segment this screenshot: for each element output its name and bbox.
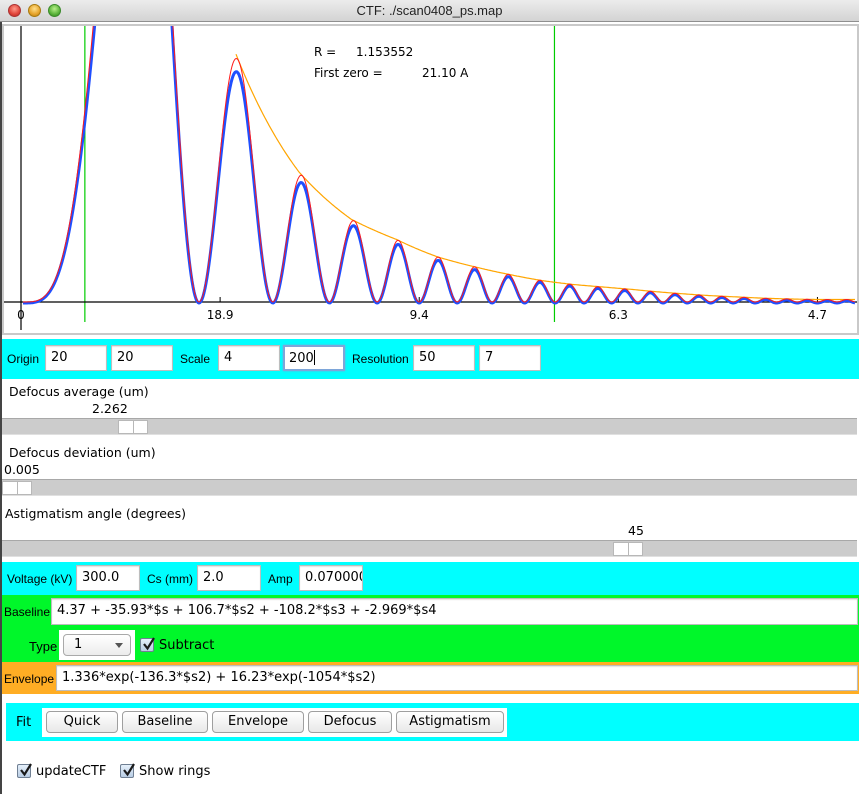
origin-y-field[interactable]: 20 — [111, 345, 173, 371]
defocus-average-thumb[interactable] — [117, 420, 148, 434]
scale-label: Scale — [180, 352, 211, 366]
cs-field[interactable]: 2.0 — [197, 565, 261, 591]
close-window-button[interactable] — [8, 4, 21, 17]
baseline-section: Baseline 4.37 + -35.93*$s + 106.7*$s2 + … — [2, 595, 859, 662]
amp-field[interactable]: 0.070000 — [299, 565, 363, 591]
resolution-y-field[interactable]: 7 — [479, 345, 541, 371]
scale-y-value: 200 — [289, 351, 314, 366]
resolution-x-field[interactable]: 50 — [413, 345, 475, 371]
defocus-deviation-slider[interactable] — [2, 479, 857, 496]
ctf-plot-panel[interactable]: 0 18.9 9.4 6.3 4.7 R = 1.153552 First zero =… — [2, 24, 859, 335]
subtract-checkbox[interactable] — [140, 637, 155, 652]
text-caret — [313, 350, 315, 365]
view-controls-row: Origin 20 20 Scale 4 200 Resolution 50 7 — [2, 339, 859, 379]
first-zero-value: 21.10 A — [422, 66, 469, 80]
voltage-field[interactable]: 300.0 — [76, 565, 140, 591]
update-ctf-label: updateCTF — [36, 764, 107, 779]
x-tick-label: 9.4 — [410, 308, 429, 322]
voltage-label: Voltage (kV) — [7, 572, 73, 586]
x-tick-label: 6.3 — [609, 308, 628, 322]
show-rings-label: Show rings — [139, 764, 211, 779]
baseline-field[interactable]: 4.37 + -35.93*$s + 106.7*$s2 + -108.2*$s… — [51, 598, 858, 625]
scale-y-field[interactable]: 200 — [283, 345, 345, 371]
defocus-deviation-thumb[interactable] — [2, 481, 32, 495]
window-titlebar: CTF: ./scan0408_ps.map — [0, 0, 859, 22]
fit-baseline-button[interactable]: Baseline — [122, 711, 208, 733]
show-rings-checkbox[interactable] — [120, 763, 135, 778]
defocus-deviation-label: Defocus deviation (um) — [9, 445, 156, 460]
defocus-average-label: Defocus average (um) — [9, 384, 149, 399]
type-combo[interactable]: 1 — [63, 634, 131, 656]
fit-buttons-group: Quick Baseline Envelope Defocus Astigmat… — [42, 708, 507, 737]
fit-label: Fit — [16, 715, 32, 730]
cs-label: Cs (mm) — [147, 572, 193, 586]
scale-x-field[interactable]: 4 — [218, 345, 280, 371]
checkmark-icon — [20, 763, 32, 777]
window-title: CTF: ./scan0408_ps.map — [356, 3, 503, 18]
microscope-params-row: Voltage (kV) 300.0 Cs (mm) 2.0 Amp 0.070… — [2, 562, 859, 595]
envelope-curve — [235, 53, 855, 301]
type-combo-value: 1 — [74, 637, 83, 652]
r-label: R = — [314, 45, 337, 59]
fit-defocus-button[interactable]: Defocus — [308, 711, 392, 733]
amp-label: Amp — [268, 572, 293, 586]
astigmatism-angle-slider[interactable] — [2, 540, 857, 557]
envelope-field[interactable]: 1.336*exp(-136.3*$s2) + 16.23*exp(-1054*… — [56, 665, 858, 691]
chevron-down-icon — [115, 643, 123, 648]
astigmatism-angle-thumb[interactable] — [612, 542, 643, 556]
defocus-average-slider[interactable] — [2, 418, 857, 435]
subtract-label: Subtract — [159, 638, 215, 653]
envelope-label: Envelope — [4, 672, 55, 686]
r-value: 1.153552 — [356, 45, 414, 59]
type-combo-wrapper: 1 — [59, 630, 135, 660]
type-label: Type — [29, 639, 58, 654]
fit-quick-button[interactable]: Quick — [46, 711, 118, 733]
astigmatism-angle-label: Astigmatism angle (degrees) — [5, 506, 186, 521]
fit-astigmatism-button[interactable]: Astigmatism — [396, 711, 504, 733]
defocus-average-value: 2.262 — [92, 401, 128, 416]
x-tick-label: 0 — [17, 308, 25, 322]
baseline-label: Baseline — [4, 605, 51, 619]
zoom-window-button[interactable] — [48, 4, 61, 17]
resolution-label: Resolution — [352, 352, 409, 366]
fit-envelope-button[interactable]: Envelope — [212, 711, 304, 733]
checkmark-icon — [123, 763, 135, 777]
x-tick-label: 4.7 — [808, 308, 827, 322]
envelope-section: Envelope 1.336*exp(-136.3*$s2) + 16.23*e… — [2, 662, 859, 694]
checkmark-icon — [143, 637, 155, 651]
astigmatism-angle-value: 45 — [628, 523, 644, 538]
defocus-deviation-value: 0.005 — [4, 462, 40, 477]
minimize-window-button[interactable] — [28, 4, 41, 17]
fit-row: Fit Quick Baseline Envelope Defocus Asti… — [6, 703, 859, 741]
update-ctf-checkbox[interactable] — [17, 763, 32, 778]
origin-x-field[interactable]: 20 — [45, 345, 107, 371]
x-tick-label: 18.9 — [207, 308, 234, 322]
first-zero-label: First zero = — [314, 66, 383, 80]
origin-label: Origin — [7, 352, 40, 366]
spacer — [2, 694, 859, 700]
